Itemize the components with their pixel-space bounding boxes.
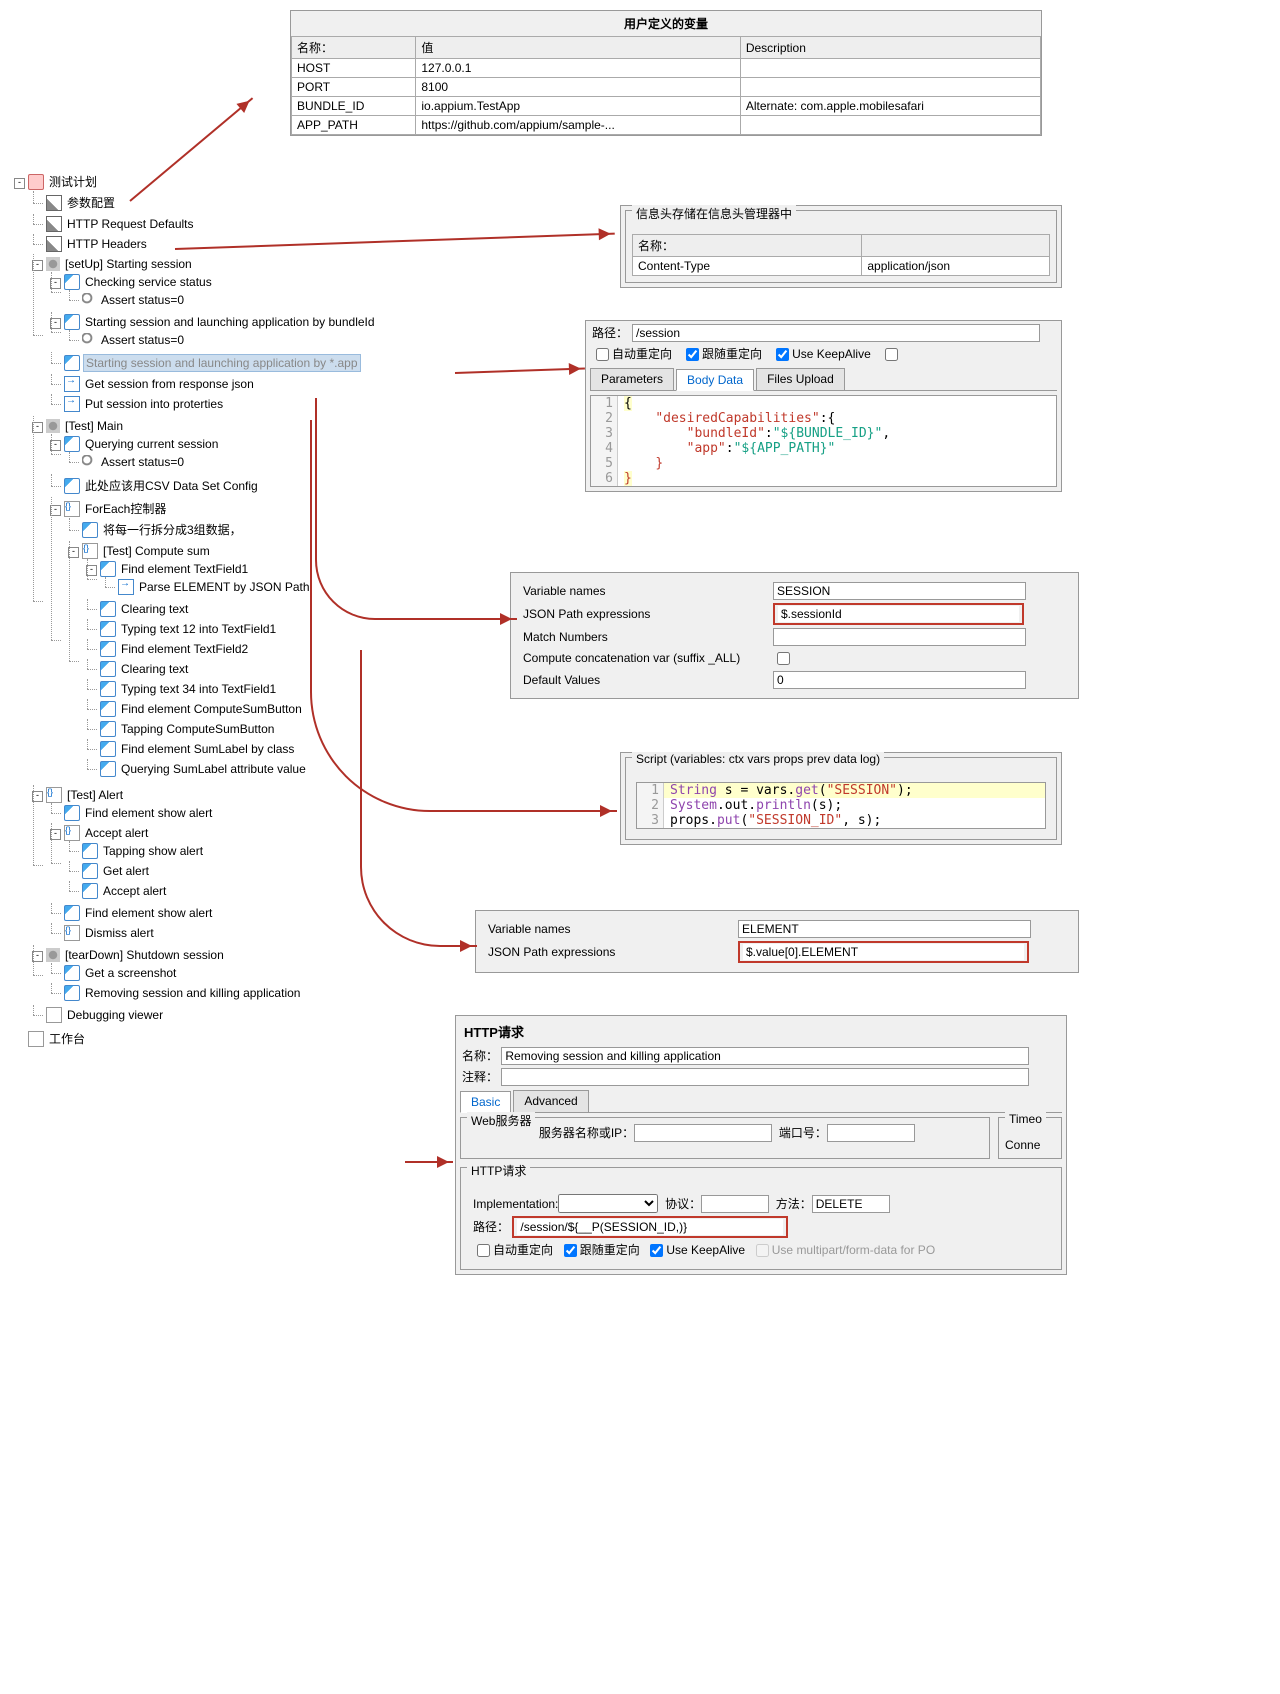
assertion-icon bbox=[82, 455, 96, 469]
tree-node-selected[interactable]: Starting session and launching applicati… bbox=[83, 354, 361, 372]
gear-icon bbox=[46, 419, 60, 433]
path-input[interactable] bbox=[632, 324, 1040, 342]
annotation-arrow bbox=[468, 945, 476, 947]
match-input[interactable] bbox=[773, 628, 1026, 646]
sampler-icon bbox=[64, 478, 80, 494]
gear-icon bbox=[46, 948, 60, 962]
keepalive-checkbox[interactable] bbox=[776, 348, 789, 361]
sampler-icon bbox=[64, 985, 80, 1001]
controller-icon bbox=[64, 501, 80, 517]
sampler-icon bbox=[82, 843, 98, 859]
tree-node-alert[interactable]: [Test] Alert bbox=[65, 787, 125, 803]
controller-icon bbox=[64, 825, 80, 841]
wrench-icon bbox=[46, 216, 62, 232]
tab-body-data[interactable]: Body Data bbox=[676, 369, 754, 391]
table-row[interactable]: Content-Typeapplication/json bbox=[633, 257, 1050, 276]
sampler-icon bbox=[64, 805, 80, 821]
controller-icon bbox=[46, 787, 62, 803]
sampler-icon bbox=[100, 701, 116, 717]
wrench-icon bbox=[46, 236, 62, 252]
annotation-arrow bbox=[608, 810, 616, 812]
workbench-icon bbox=[28, 1031, 44, 1047]
req-comment-input[interactable] bbox=[501, 1068, 1029, 1086]
tree-node[interactable]: 参数配置 bbox=[65, 193, 117, 212]
varnames-input[interactable] bbox=[738, 920, 1031, 938]
sampler-icon bbox=[100, 561, 116, 577]
method-input[interactable] bbox=[812, 1195, 890, 1213]
extractor-icon bbox=[118, 579, 134, 595]
table-row[interactable]: HOST127.0.0.1 bbox=[292, 59, 1041, 78]
sampler-icon bbox=[100, 661, 116, 677]
jsonpath-input[interactable] bbox=[743, 944, 1024, 960]
concat-checkbox[interactable] bbox=[777, 652, 790, 665]
tree-node-main[interactable]: [Test] Main bbox=[63, 418, 125, 434]
sampler-icon bbox=[64, 274, 80, 290]
sampler-icon bbox=[100, 641, 116, 657]
vars-table: 名称：值Description HOST127.0.0.1 PORT8100 B… bbox=[291, 36, 1041, 135]
tree-node-teardown[interactable]: [tearDown] Shutdown session bbox=[63, 947, 226, 963]
table-row[interactable]: APP_PATHhttps://github.com/appium/sample… bbox=[292, 116, 1041, 135]
sampler-icon bbox=[100, 761, 116, 777]
http-request-panel: HTTP请求 名称： 注释： Basic Advanced Web服务器 服务器… bbox=[455, 1015, 1067, 1275]
sampler-icon bbox=[100, 621, 116, 637]
listener-icon bbox=[46, 1007, 62, 1023]
panel-title: 用户定义的变量 bbox=[291, 11, 1041, 36]
jsonpath-input[interactable] bbox=[778, 606, 1019, 622]
tab-advanced[interactable]: Advanced bbox=[513, 1090, 588, 1112]
server-input[interactable] bbox=[634, 1124, 772, 1142]
protocol-input[interactable] bbox=[701, 1195, 769, 1213]
varnames-input[interactable] bbox=[773, 582, 1026, 600]
sampler-icon bbox=[64, 905, 80, 921]
impl-select[interactable] bbox=[558, 1194, 658, 1213]
controller-icon bbox=[64, 925, 80, 941]
headers-table: 名称： Content-Typeapplication/json bbox=[632, 234, 1050, 276]
sampler-icon bbox=[100, 601, 116, 617]
headers-panel: 信息头存储在信息头管理器中 名称： Content-Typeapplicatio… bbox=[620, 205, 1062, 288]
annotation-arrow bbox=[405, 1161, 453, 1163]
tree-node-setup[interactable]: [setUp] Starting session bbox=[63, 256, 194, 272]
sampler-icon bbox=[100, 741, 116, 757]
sampler-icon bbox=[64, 314, 80, 330]
gear-icon bbox=[46, 257, 60, 271]
tab-basic[interactable]: Basic bbox=[460, 1091, 511, 1113]
sampler-icon bbox=[100, 721, 116, 737]
tree-node-testplan[interactable]: 测试计划 bbox=[47, 172, 99, 191]
tree-node-workbench[interactable]: 工作台 bbox=[47, 1029, 87, 1048]
script-editor[interactable]: 1String s = vars.get("SESSION"); 2System… bbox=[636, 782, 1046, 829]
extractor-icon bbox=[64, 396, 80, 412]
body-data-editor[interactable]: 1{ 2 "desiredCapabilities":{ 3 "bundleId… bbox=[590, 395, 1057, 487]
wrench-icon bbox=[46, 195, 62, 211]
table-row[interactable]: PORT8100 bbox=[292, 78, 1041, 97]
default-input[interactable] bbox=[773, 671, 1026, 689]
sampler-icon bbox=[64, 355, 80, 371]
user-vars-panel: 用户定义的变量 名称：值Description HOST127.0.0.1 PO… bbox=[290, 10, 1042, 136]
follow-redirect-checkbox[interactable] bbox=[686, 348, 699, 361]
sampler-icon bbox=[82, 522, 98, 538]
req-path-input[interactable] bbox=[517, 1219, 783, 1235]
json-extractor-panel-2: Variable names JSON Path expressions bbox=[475, 910, 1079, 973]
req-name-input[interactable] bbox=[501, 1047, 1029, 1065]
sampler-icon bbox=[82, 883, 98, 899]
session-panel: 路径： 自动重定向 跟随重定向 Use KeepAlive Parameters… bbox=[585, 320, 1062, 492]
controller-icon bbox=[82, 543, 98, 559]
port-input[interactable] bbox=[827, 1124, 915, 1142]
testplan-icon bbox=[28, 174, 44, 190]
tree-node[interactable]: HTTP Request Defaults bbox=[65, 216, 196, 232]
auto-redirect-checkbox[interactable] bbox=[596, 348, 609, 361]
sampler-icon bbox=[64, 436, 80, 452]
sampler-icon bbox=[100, 681, 116, 697]
extractor-icon bbox=[64, 376, 80, 392]
script-panel: Script (variables: ctx vars props prev d… bbox=[620, 752, 1062, 845]
assertion-icon bbox=[82, 293, 96, 307]
annotation-arrow bbox=[455, 367, 585, 374]
tab-parameters[interactable]: Parameters bbox=[590, 368, 674, 390]
sampler-icon bbox=[64, 965, 80, 981]
tree-node[interactable]: HTTP Headers bbox=[65, 236, 149, 252]
sampler-icon bbox=[82, 863, 98, 879]
tab-files-upload[interactable]: Files Upload bbox=[756, 368, 845, 390]
table-row[interactable]: BUNDLE_IDio.appium.TestAppAlternate: com… bbox=[292, 97, 1041, 116]
expand-toggle[interactable]: - bbox=[14, 178, 25, 189]
assertion-icon bbox=[82, 333, 96, 347]
annotation-arrow bbox=[360, 650, 477, 947]
